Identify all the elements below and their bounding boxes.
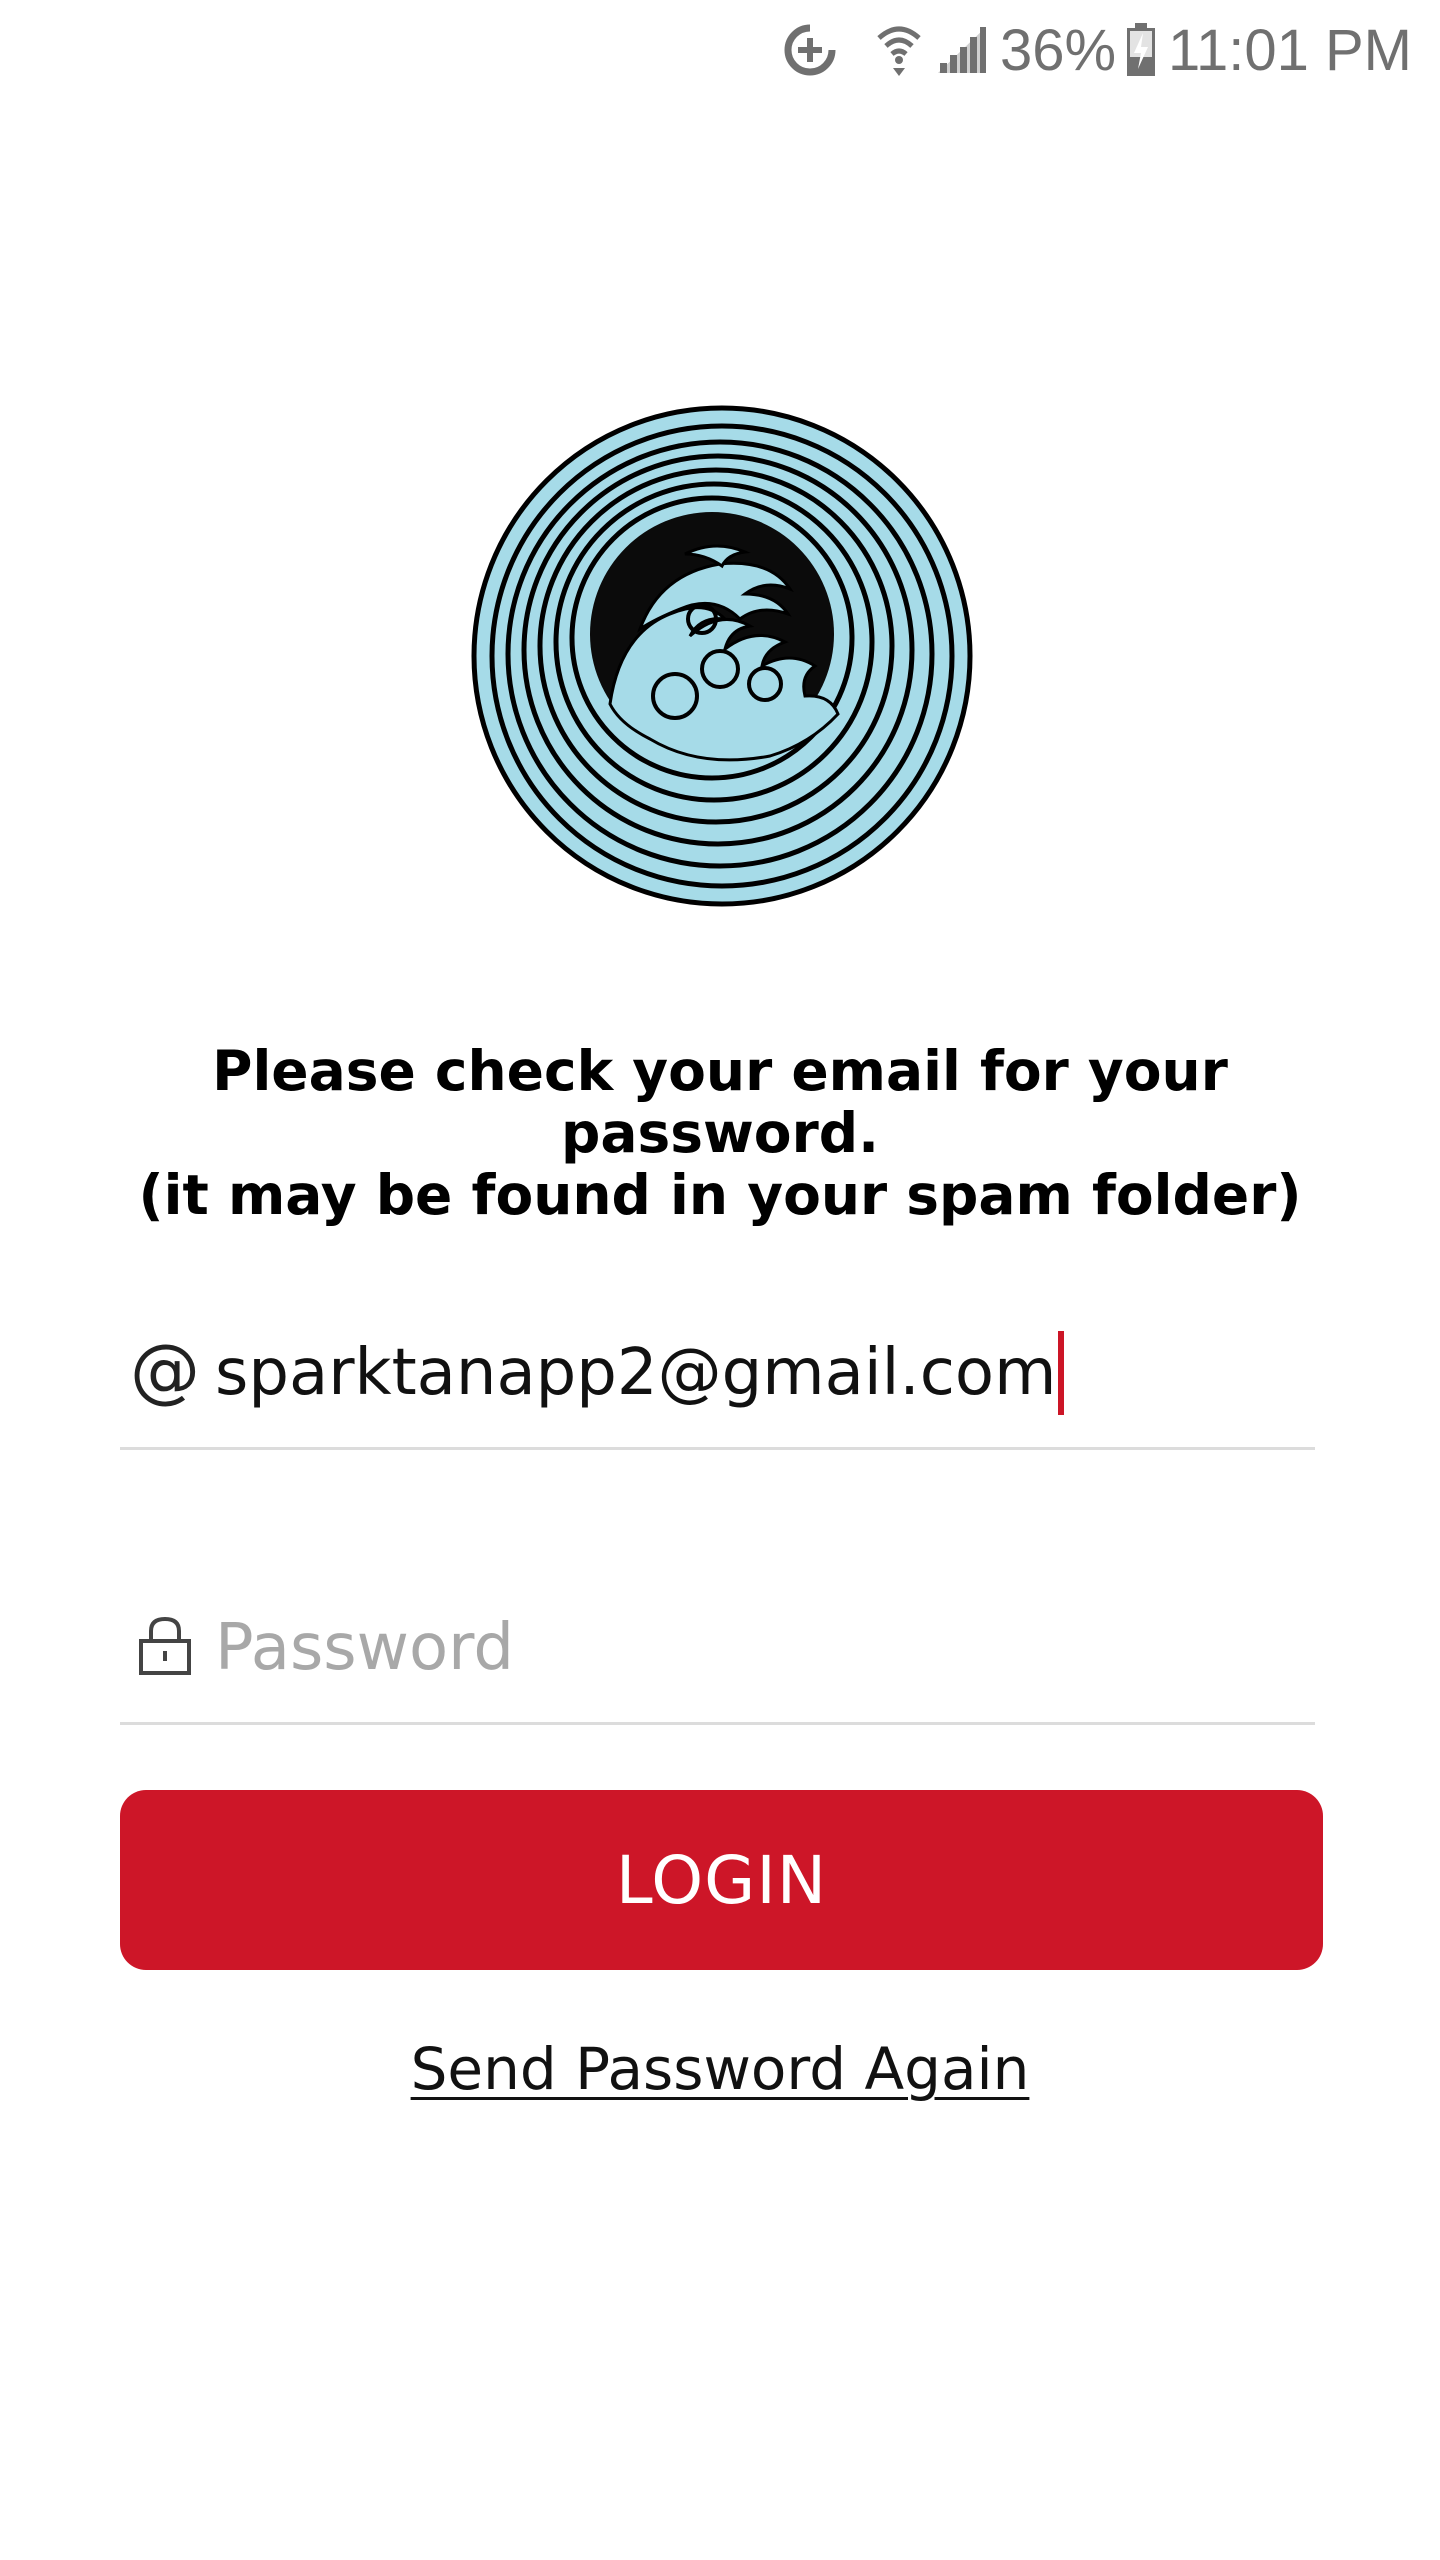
email-field[interactable]: @ sparktanapp2@gmail.com xyxy=(120,1300,1315,1450)
email-input[interactable]: sparktanapp2@gmail.com xyxy=(215,1328,1305,1418)
data-saver-icon xyxy=(780,20,840,80)
app-logo xyxy=(470,404,974,908)
send-password-again-container: Send Password Again xyxy=(0,2035,1440,2103)
lock-icon xyxy=(130,1605,200,1685)
check-email-message: Please check your email for your passwor… xyxy=(90,1040,1350,1226)
password-placeholder: Password xyxy=(215,1611,514,1685)
signal-icon xyxy=(936,25,988,75)
battery-charging-icon xyxy=(1126,23,1156,77)
at-icon: @ xyxy=(130,1329,200,1411)
send-password-again-link[interactable]: Send Password Again xyxy=(411,2035,1030,2103)
clock-time: 11:01 PM xyxy=(1168,17,1412,83)
email-value: sparktanapp2@gmail.com xyxy=(215,1336,1057,1410)
password-input[interactable]: Password xyxy=(215,1603,1305,1693)
message-line-3: (it may be found in your spam folder) xyxy=(138,1163,1302,1227)
text-cursor xyxy=(1058,1331,1065,1415)
battery-percent: 36% xyxy=(999,17,1117,83)
wifi-icon xyxy=(876,22,922,78)
message-line-1: Please check your email for your xyxy=(212,1039,1228,1103)
login-button[interactable]: LOGIN xyxy=(120,1790,1323,1970)
wave-logo-icon xyxy=(471,405,973,907)
password-field[interactable]: Password xyxy=(120,1575,1315,1725)
status-bar: 36% 11:01 PM xyxy=(0,0,1440,100)
message-line-2: password. xyxy=(561,1101,879,1165)
